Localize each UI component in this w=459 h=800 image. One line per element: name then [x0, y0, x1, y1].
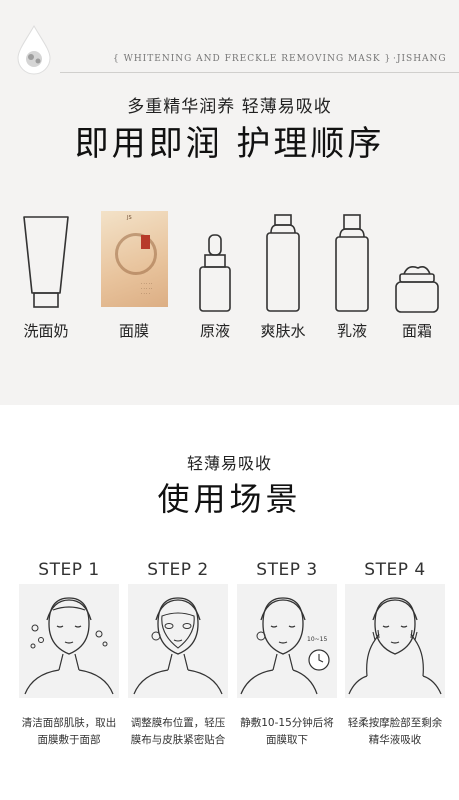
care-order-section: { WHITENING AND FRECKLE REMOVING MASK } …: [0, 0, 459, 405]
step-description: 静敷10-15分钟后将面膜取下: [240, 717, 334, 746]
step-illustration: 10~15: [237, 584, 337, 698]
divider: [60, 72, 459, 73]
lotion-bottle-icon: [335, 214, 369, 312]
step-illustration: [345, 584, 445, 698]
product-label: 爽肤水: [260, 322, 306, 340]
face-cleanse-icon: [24, 597, 114, 695]
face-mask-apply-icon: [133, 597, 223, 695]
banner-title: { WHITENING AND FRECKLE REMOVING MASK }: [113, 54, 392, 64]
step-title: STEP 1: [38, 560, 100, 580]
section-title: 即用即润 护理顺序: [74, 124, 385, 164]
droplet-logo-icon: [17, 24, 51, 75]
banner-text: { WHITENING AND FRECKLE REMOVING MASK } …: [113, 54, 453, 64]
toner-bottle-icon: [266, 214, 300, 312]
product-label: 面霜: [401, 322, 432, 340]
step-title: STEP 4: [364, 560, 426, 580]
step-illustration: [19, 584, 119, 698]
mask-packet-icon: JS · · · · · · · · · · · · · ·: [101, 211, 168, 307]
step-title: STEP 3: [256, 560, 318, 580]
section-subtitle: 多重精华润养 轻薄易吸收: [127, 97, 332, 117]
cream-jar-icon: [395, 266, 439, 313]
dropper-bottle-icon: [199, 234, 231, 312]
step-card: STEP 1 清洁面部肌肤，取出面膜敷于面部: [19, 560, 119, 749]
step-card: STEP 3 10~15 静敷10-15分钟后将面膜取下: [237, 560, 337, 749]
product-detail-page: { WHITENING AND FRECKLE REMOVING MASK } …: [0, 0, 459, 800]
product-label: 面膜: [118, 322, 149, 340]
step-card: STEP 2 调整膜布位置，轻压膜布与皮肤紧密贴合: [128, 560, 228, 749]
step-illustration: [128, 584, 228, 698]
face-massage-icon: [348, 597, 442, 695]
step-description: 调整膜布位置，轻压膜布与皮肤紧密贴合: [130, 717, 226, 746]
step-description: 轻柔按摩脸部至剩余精华液吸收: [347, 717, 443, 746]
step-title: STEP 2: [147, 560, 209, 580]
brand-name: ·JISHANG: [393, 54, 447, 64]
usage-subtitle: 轻薄易吸收: [186, 454, 272, 473]
step-description: 清洁面部肌肤，取出面膜敷于面部: [21, 717, 117, 746]
timer-label: 10~15: [307, 636, 328, 643]
tube-icon: [23, 216, 69, 308]
usage-title: 使用场景: [157, 480, 302, 518]
step-card: STEP 4 轻柔按摩脸部至剩余精华液吸收: [345, 560, 445, 749]
product-label: 洗面奶: [23, 322, 69, 340]
